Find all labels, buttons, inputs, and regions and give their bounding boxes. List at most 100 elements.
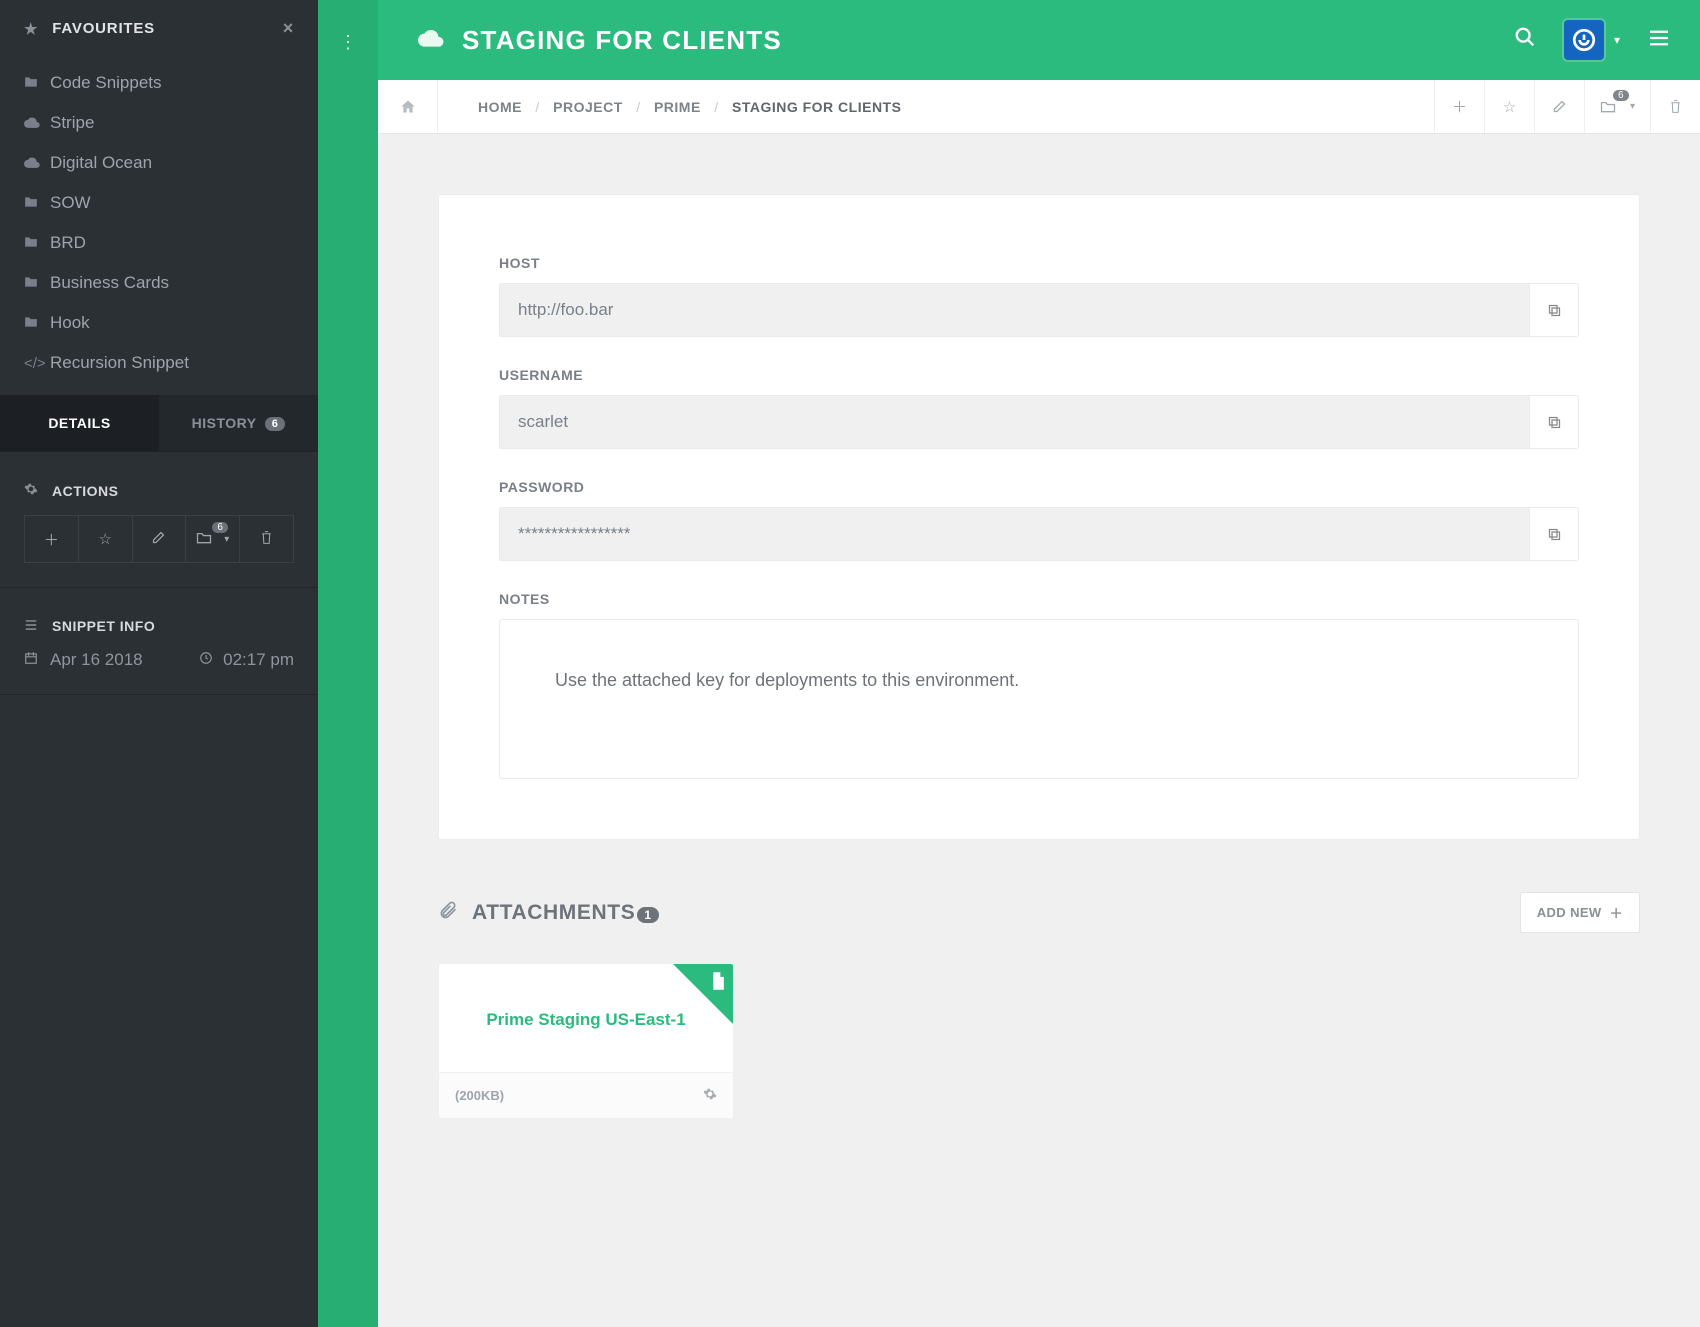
- sidebar-item-code-snippets[interactable]: Code Snippets: [0, 63, 318, 103]
- snippet-time: 02:17 pm: [223, 650, 294, 670]
- breadcrumb-bar: HOME / PROJECT / PRIME / STAGING FOR CLI…: [378, 80, 1700, 134]
- search-icon[interactable]: [1514, 26, 1536, 54]
- history-count-badge: 6: [265, 417, 286, 431]
- snippet-info-row: Apr 16 2018 02:17 pm: [0, 650, 318, 695]
- sidebar-item-brd[interactable]: BRD: [0, 223, 318, 263]
- gear-icon: [24, 482, 38, 499]
- page-folder-button[interactable]: 6 ▾: [1584, 80, 1650, 133]
- detail-card: HOST USERNAME PASSWORD: [438, 194, 1640, 840]
- folder-icon: [24, 75, 50, 92]
- plus-icon: ＋: [1610, 903, 1623, 922]
- plus-icon: ＋: [1452, 96, 1467, 117]
- main: STAGING FOR CLIENTS ▾: [378, 0, 1700, 1327]
- folder-icon: [24, 315, 50, 332]
- plus-icon: ＋: [44, 529, 59, 550]
- sidebar-item-stripe[interactable]: Stripe: [0, 103, 318, 143]
- attachments-title: ATTACHMENTS1: [472, 901, 659, 925]
- password-input[interactable]: [499, 507, 1529, 561]
- file-icon: [711, 972, 725, 995]
- cloud-icon: [418, 26, 444, 54]
- snippet-date: Apr 16 2018: [50, 650, 143, 670]
- host-label: HOST: [499, 255, 1579, 271]
- chevron-down-icon: ▾: [1614, 33, 1620, 47]
- sidebar-item-recursion-snippet[interactable]: </> Recursion Snippet: [0, 343, 318, 383]
- copy-password-button[interactable]: [1529, 507, 1579, 561]
- page-actions: ＋ ☆ 6 ▾: [1434, 80, 1700, 133]
- sidebar-tabs: DETAILS HISTORY 6: [0, 395, 318, 452]
- page-folder-badge: 6: [1613, 90, 1629, 101]
- star-icon: ★: [24, 20, 38, 38]
- calendar-icon: [24, 650, 38, 670]
- sidebar-item-label: SOW: [50, 193, 91, 213]
- breadcrumb-home-icon[interactable]: [378, 80, 438, 133]
- sidebar-item-label: Business Cards: [50, 273, 169, 293]
- kebab-icon[interactable]: ⋮: [339, 32, 357, 1327]
- action-edit-button[interactable]: [133, 515, 187, 563]
- breadcrumb-project[interactable]: PROJECT: [553, 99, 623, 115]
- attachment-settings-button[interactable]: [703, 1087, 717, 1104]
- notes-label: NOTES: [499, 591, 1579, 607]
- user-menu[interactable]: ▾: [1564, 20, 1620, 60]
- host-field: HOST: [499, 255, 1579, 337]
- clock-icon: [199, 650, 213, 670]
- action-delete-button[interactable]: [240, 515, 294, 563]
- folder-icon: [24, 235, 50, 252]
- edit-icon: [151, 530, 166, 549]
- tab-history[interactable]: HISTORY 6: [159, 395, 318, 451]
- action-folder-badge: 6: [212, 522, 228, 533]
- chevron-down-icon: ▾: [224, 534, 229, 545]
- page-edit-button[interactable]: [1534, 80, 1584, 133]
- add-attachment-button[interactable]: ADD NEW ＋: [1520, 892, 1640, 933]
- page-star-button[interactable]: ☆: [1484, 80, 1534, 133]
- cloud-icon: [24, 115, 50, 132]
- action-add-button[interactable]: ＋: [24, 515, 79, 563]
- hamburger-icon[interactable]: [1648, 27, 1670, 53]
- attachment-size: (200KB): [455, 1088, 504, 1103]
- sidebar-item-label: Hook: [50, 313, 90, 333]
- copy-host-button[interactable]: [1529, 283, 1579, 337]
- breadcrumb-current: STAGING FOR CLIENTS: [732, 99, 901, 115]
- page-delete-button[interactable]: [1650, 80, 1700, 133]
- cloud-icon: [24, 155, 50, 172]
- sidebar-item-sow[interactable]: SOW: [0, 183, 318, 223]
- action-star-button[interactable]: ☆: [79, 515, 133, 563]
- tab-details[interactable]: DETAILS: [0, 395, 159, 451]
- star-outline-icon: ☆: [1503, 98, 1516, 116]
- breadcrumb-prime[interactable]: PRIME: [654, 99, 701, 115]
- attachment-card[interactable]: Prime Staging US-East-1 (200KB): [438, 963, 734, 1119]
- sidebar-item-business-cards[interactable]: Business Cards: [0, 263, 318, 303]
- trash-icon: [260, 530, 273, 549]
- host-input[interactable]: [499, 283, 1529, 337]
- close-icon[interactable]: ×: [283, 18, 294, 39]
- sidebar-item-label: Digital Ocean: [50, 153, 152, 173]
- sidebar: ★ FAVOURITES × Code Snippets Stripe: [0, 0, 318, 1327]
- favourites-header: ★ FAVOURITES ×: [0, 0, 318, 57]
- attachments-section: ATTACHMENTS1 ADD NEW ＋ Prime Staging US-…: [438, 892, 1640, 1119]
- action-folder-button[interactable]: 6 ▾: [186, 515, 240, 563]
- favourites-list: Code Snippets Stripe Digital Ocean SOW: [0, 57, 318, 395]
- sidebar-rail: ⋮: [318, 0, 378, 1327]
- password-label: PASSWORD: [499, 479, 1579, 495]
- copy-username-button[interactable]: [1529, 395, 1579, 449]
- attachments-count: 1: [637, 907, 658, 923]
- username-field: USERNAME: [499, 367, 1579, 449]
- notes-text: Use the attached key for deployments to …: [499, 619, 1579, 779]
- folder-icon: [24, 275, 50, 292]
- notes-field: NOTES Use the attached key for deploymen…: [499, 591, 1579, 779]
- code-icon: </>: [24, 355, 50, 372]
- sidebar-item-digital-ocean[interactable]: Digital Ocean: [0, 143, 318, 183]
- paperclip-icon: [438, 900, 458, 925]
- chevron-down-icon: ▾: [1630, 101, 1635, 112]
- folder-open-icon: [196, 531, 212, 548]
- breadcrumb-home[interactable]: HOME: [478, 99, 522, 115]
- page-add-button[interactable]: ＋: [1434, 80, 1484, 133]
- page-title: STAGING FOR CLIENTS: [462, 25, 782, 56]
- username-input[interactable]: [499, 395, 1529, 449]
- avatar: [1564, 20, 1604, 60]
- snippet-info-header: SNIPPET INFO: [0, 588, 318, 650]
- sidebar-item-label: Recursion Snippet: [50, 353, 189, 373]
- actions-header: ACTIONS: [0, 452, 318, 515]
- sidebar-item-hook[interactable]: Hook: [0, 303, 318, 343]
- favourites-label: FAVOURITES: [52, 20, 155, 37]
- username-label: USERNAME: [499, 367, 1579, 383]
